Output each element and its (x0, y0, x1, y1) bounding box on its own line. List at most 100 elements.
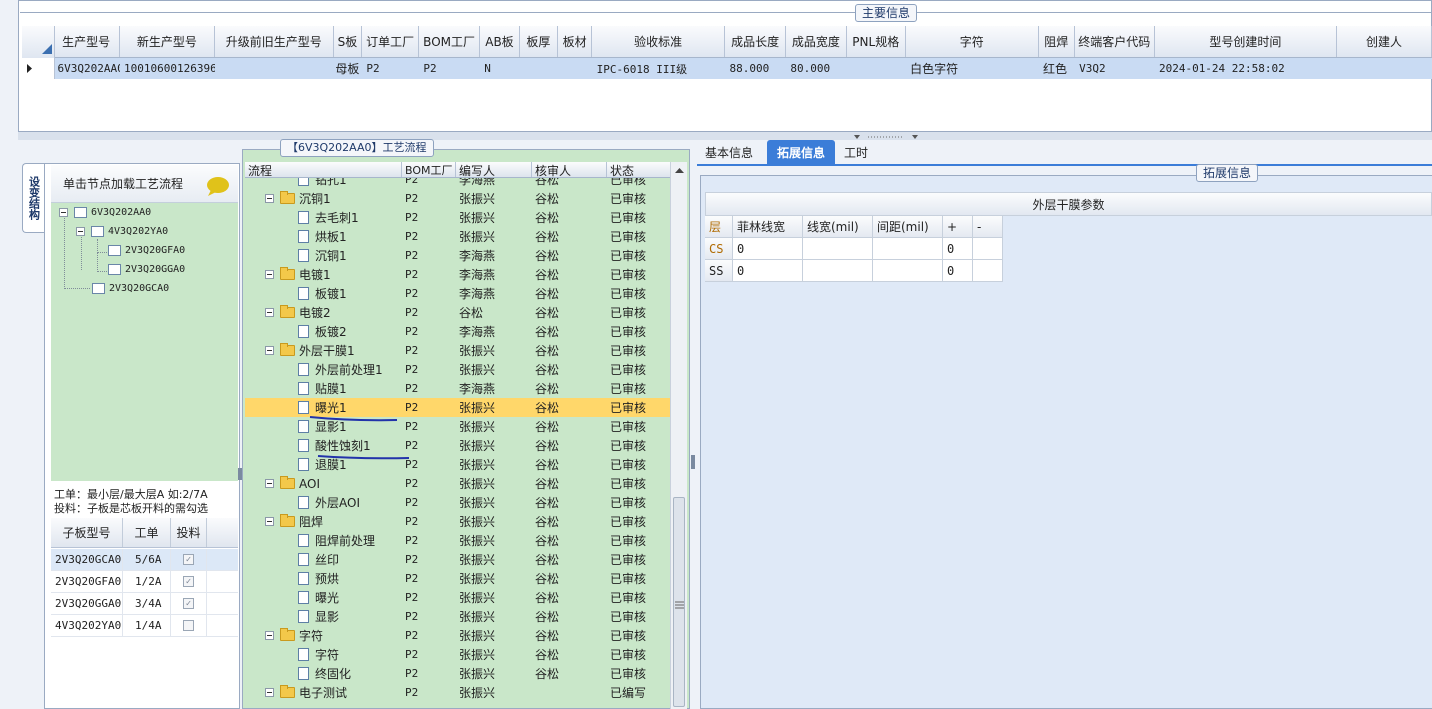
process-row[interactable]: 电镀1 P2 李海燕 谷松 已审核 (245, 265, 670, 284)
column-header[interactable]: 板厚 (520, 26, 558, 57)
process-row[interactable]: 预烘 P2 张振兴 谷松 已审核 (245, 569, 670, 588)
column-header[interactable]: PNL规格 (847, 26, 906, 57)
process-row[interactable]: 曝光 P2 张振兴 谷松 已审核 (245, 588, 670, 607)
column-header[interactable]: BOM工厂 (419, 26, 480, 57)
sub-order-cell[interactable]: 5/6A (123, 549, 171, 570)
grid-cell[interactable]: 白色字符 (906, 58, 1039, 79)
process-row[interactable]: 外层AOI P2 张振兴 谷松 已审核 (245, 493, 670, 512)
process-row[interactable]: 字符 P2 张振兴 谷松 已审核 (245, 626, 670, 645)
process-row[interactable]: 钻孔1 P2 李海燕 谷松 已审核 (245, 178, 670, 189)
column-header[interactable]: 生产型号 (53, 26, 120, 57)
column-header[interactable]: 阻焊 (1039, 26, 1075, 57)
grid-cell[interactable]: 10010600126396 (120, 58, 215, 79)
horizontal-splitter[interactable] (18, 132, 1432, 140)
grid-cell[interactable] (520, 58, 558, 79)
column-header[interactable]: AB板 (480, 26, 520, 57)
tab-basic-info[interactable]: 基本信息 (697, 140, 761, 164)
process-row[interactable]: 退膜1 P2 张振兴 谷松 已审核 (245, 455, 670, 474)
grid-cell[interactable]: V3Q2 (1075, 58, 1155, 79)
param-cell[interactable]: 0 (733, 238, 803, 260)
tree-node[interactable]: 4V3Q202YA0 (76, 226, 168, 237)
collapse-icon[interactable] (265, 308, 274, 317)
grid-cell[interactable] (558, 58, 592, 79)
process-row[interactable]: 外层前处理1 P2 张振兴 谷松 已审核 (245, 360, 670, 379)
column-header[interactable]: 成品长度 (725, 26, 786, 57)
column-header[interactable]: 创建人 (1337, 26, 1432, 57)
collapse-icon[interactable] (265, 270, 274, 279)
main-grid-row[interactable]: 6V3Q202AA0 10010600126396 母板 P2 P2 N IPC-6018 … (22, 58, 1432, 79)
column-header[interactable]: 成品宽度 (786, 26, 847, 57)
column-header[interactable]: 验收标准 (592, 26, 726, 57)
process-row[interactable]: 显影1 P2 张振兴 谷松 已审核 (245, 417, 670, 436)
param-cell[interactable] (973, 260, 1003, 282)
sub-table-row[interactable]: 2V3Q20GGA0 3/4A ✓ (51, 593, 238, 615)
tree-node[interactable]: 6V3Q202AA0 (59, 207, 151, 218)
tab-work-hours[interactable]: 工时 (836, 140, 876, 164)
param-cell[interactable] (973, 238, 1003, 260)
process-scrollbar[interactable] (670, 162, 687, 709)
column-header[interactable]: 字符 (906, 26, 1039, 57)
process-row[interactable]: 终固化 P2 张振兴 谷松 已审核 (245, 664, 670, 683)
param-cell[interactable] (873, 260, 943, 282)
process-row[interactable]: 字符 P2 张振兴 谷松 已审核 (245, 645, 670, 664)
grid-cell[interactable]: IPC-6018 III级 (593, 58, 726, 79)
process-row[interactable]: 电镀2 P2 谷松 谷松 已审核 (245, 303, 670, 322)
process-row[interactable]: 沉铜1 P2 张振兴 谷松 已审核 (245, 189, 670, 208)
process-row[interactable]: 电子测试 P2 张振兴 已编写 (245, 683, 670, 702)
process-row[interactable]: 板镀1 P2 李海燕 谷松 已审核 (245, 284, 670, 303)
left-vertical-tab[interactable]: 设变结构 (22, 163, 44, 233)
process-row[interactable]: 显影 P2 张振兴 谷松 已审核 (245, 607, 670, 626)
grid-cell[interactable] (1337, 58, 1432, 79)
grid-cell[interactable]: 80.000 (786, 58, 847, 79)
sub-table-row[interactable]: 4V3Q202YA0 1/4A (51, 615, 238, 637)
collapse-icon[interactable] (265, 194, 274, 203)
grid-cell[interactable]: P2 (419, 58, 480, 79)
grid-cell[interactable] (215, 58, 334, 79)
process-row[interactable]: 酸性蚀刻1 P2 张振兴 谷松 已审核 (245, 436, 670, 455)
process-row[interactable]: 沉铜1 P2 李海燕 谷松 已审核 (245, 246, 670, 265)
process-row[interactable]: 外层干膜1 P2 张振兴 谷松 已审核 (245, 341, 670, 360)
column-header[interactable]: 新生产型号 (120, 26, 215, 57)
param-cell[interactable] (803, 260, 873, 282)
column-header[interactable]: S板 (334, 26, 363, 57)
param-cell[interactable]: 0 (943, 238, 973, 260)
collapse-icon[interactable] (265, 517, 274, 526)
sub-order-cell[interactable]: 1/2A (123, 571, 171, 592)
collapse-icon[interactable] (265, 479, 274, 488)
feed-checkbox[interactable]: ✓ (183, 554, 194, 565)
process-row[interactable]: 板镀2 P2 李海燕 谷松 已审核 (245, 322, 670, 341)
grid-cell[interactable] (847, 58, 906, 79)
process-row[interactable]: 丝印 P2 张振兴 谷松 已审核 (245, 550, 670, 569)
sub-order-cell[interactable]: 1/4A (123, 615, 171, 636)
process-row[interactable]: AOI P2 张振兴 谷松 已审核 (245, 474, 670, 493)
param-cell[interactable] (873, 238, 943, 260)
sub-table-row[interactable]: 2V3Q20GCA0 5/6A ✓ (51, 549, 238, 571)
tab-extended-info[interactable]: 拓展信息 (767, 140, 835, 164)
param-cell[interactable] (803, 238, 873, 260)
grid-cell[interactable]: 88.000 (726, 58, 787, 79)
column-header[interactable]: 板材 (558, 26, 593, 57)
grid-cell[interactable]: P2 (362, 58, 419, 79)
process-row[interactable]: 去毛刺1 P2 张振兴 谷松 已审核 (245, 208, 670, 227)
grid-cell[interactable]: 6V3Q202AA0 (53, 58, 120, 79)
param-cell[interactable]: 0 (943, 260, 973, 282)
collapse-icon[interactable] (265, 688, 274, 697)
process-row[interactable]: 阻焊 P2 张振兴 谷松 已审核 (245, 512, 670, 531)
collapse-icon[interactable] (265, 346, 274, 355)
column-header[interactable]: 订单工厂 (362, 26, 420, 57)
sub-table-row[interactable]: 2V3Q20GFA0 1/2A ✓ (51, 571, 238, 593)
collapse-icon[interactable] (76, 227, 85, 236)
grid-cell[interactable]: 红色 (1039, 58, 1075, 79)
feed-checkbox[interactable]: ✓ (183, 576, 194, 587)
grid-cell[interactable]: 母板 (334, 58, 363, 79)
grid-cell[interactable]: 2024-01-24 22:58:02 (1155, 58, 1337, 79)
grid-corner[interactable] (22, 26, 55, 58)
param-cell[interactable]: 0 (733, 260, 803, 282)
grid-cell[interactable]: N (480, 58, 520, 79)
feed-checkbox[interactable] (183, 620, 194, 631)
feed-checkbox[interactable]: ✓ (183, 598, 194, 609)
tree-node[interactable]: 2V3Q20GGA0 (108, 264, 185, 275)
sub-order-cell[interactable]: 3/4A (123, 593, 171, 614)
column-header[interactable]: 升级前旧生产型号 (215, 26, 334, 57)
process-row[interactable]: 烘板1 P2 张振兴 谷松 已审核 (245, 227, 670, 246)
